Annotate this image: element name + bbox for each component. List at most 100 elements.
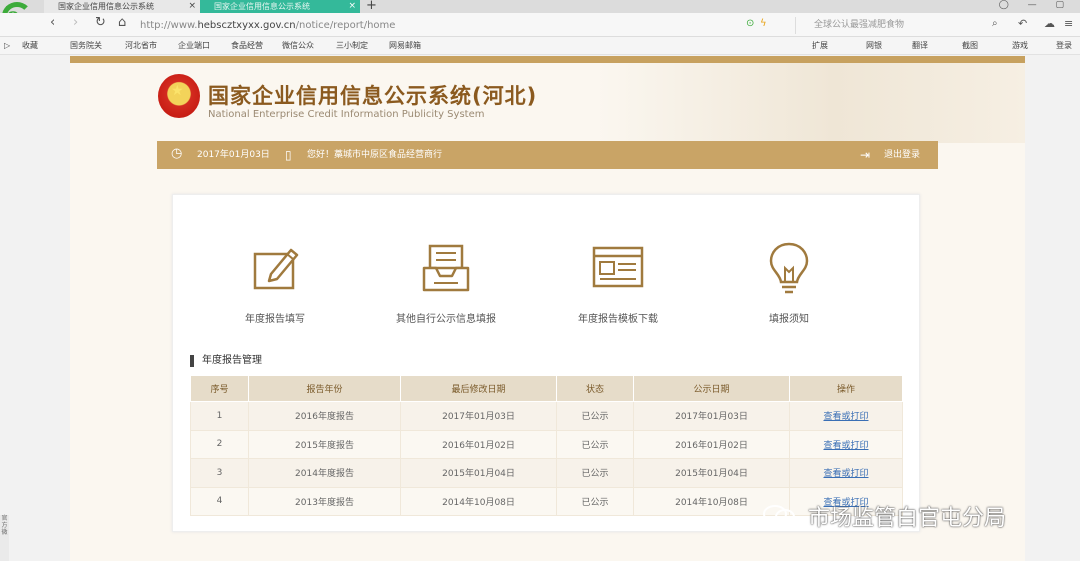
undo-icon[interactable]: ↶ — [1018, 17, 1027, 30]
edit-report-icon — [253, 248, 299, 290]
table-row: 2 2015年度报告 2016年01月02日 已公示 2016年01月02日 查… — [190, 429, 903, 459]
greeting-text: 您好！藁城市中原区食品经营商行 — [307, 150, 443, 160]
cell-index: 1 — [190, 401, 249, 431]
national-emblem-icon: ★ — [158, 74, 200, 118]
wechat-icon — [763, 505, 795, 525]
cell-publish-date: 2015年01月04日 — [633, 458, 790, 488]
view-print-link[interactable]: 查看或打印 — [823, 441, 868, 451]
feature-filing-notice[interactable]: 填报须知 — [724, 240, 854, 325]
cell-action: 查看或打印 — [789, 429, 903, 459]
feature-annual-report-fill[interactable]: 年度报告填写 — [210, 240, 340, 325]
clock-icon: ◷ — [171, 146, 183, 161]
lightning-icon[interactable]: ϟ — [760, 18, 767, 29]
bookmark-item[interactable]: 网易邮箱 — [389, 37, 421, 55]
cell-index: 3 — [190, 458, 249, 488]
cell-report-year: 2016年度报告 — [248, 401, 401, 431]
cell-index: 2 — [190, 429, 249, 459]
url-domain: hebscztxyxx.gov.cn — [197, 20, 296, 31]
cell-modified-date: 2017年01月03日 — [400, 401, 557, 431]
url-prefix: http://www. — [140, 20, 198, 31]
info-bar: ◷ 2017年01月03日 ▯ 您好！藁城市中原区食品经营商行 ⇥ 退出登录 — [157, 141, 938, 169]
address-bar-row: ‹ › ↻ ⌂ http://www.hebscztxyxx.gov.cn/no… — [0, 13, 1080, 37]
bookmark-item[interactable]: 国务院关 — [70, 37, 102, 55]
bookmark-item[interactable]: 游戏 — [1012, 37, 1028, 55]
back-icon[interactable]: ‹ — [50, 15, 55, 30]
col-header: 公示日期 — [633, 375, 790, 402]
bookmark-item[interactable]: 登录 — [1056, 37, 1072, 55]
cell-status: 已公示 — [556, 458, 634, 488]
cell-report-year: 2013年度报告 — [248, 486, 401, 516]
bookmark-item[interactable]: 三小制定 — [336, 37, 368, 55]
url-path: /notice/report/home — [295, 20, 396, 31]
cell-modified-date: 2014年10月08日 — [400, 486, 557, 516]
tab-2-active[interactable]: 国家企业信用信息公示系统 × — [200, 0, 360, 13]
bookmark-star-icon[interactable]: ▷ — [4, 37, 10, 55]
refresh-icon[interactable]: ↻ — [95, 15, 106, 30]
tab-1[interactable]: 国家企业信用信息公示系统 × — [44, 0, 200, 13]
col-header: 报告年份 — [248, 375, 401, 402]
cell-status: 已公示 — [556, 401, 634, 431]
current-date: 2017年01月03日 — [197, 150, 270, 160]
side-panel-tab[interactable]: 官方微 — [0, 515, 9, 561]
feature-template-download[interactable]: 年度报告模板下载 — [553, 240, 683, 325]
logout-icon[interactable]: ⇥ — [860, 141, 870, 169]
close-icon[interactable]: × — [348, 0, 356, 13]
home-icon[interactable]: ⌂ — [118, 15, 126, 30]
col-header: 状态 — [556, 375, 634, 402]
tab-bar: e 国家企业信用信息公示系统× 国家企业信用信息公示系统× + ◯ — ▢ — [0, 0, 1080, 30]
site-title: 国家企业信用信息公示系统(河北) — [208, 84, 538, 108]
search-placeholder: 全球公认最强减肥食物 — [814, 20, 905, 30]
view-print-link[interactable]: 查看或打印 — [823, 412, 868, 422]
table-row: 3 2014年度报告 2015年01月04日 已公示 2015年01月04日 查… — [190, 458, 903, 488]
menu-icon[interactable]: ≡ — [1064, 17, 1073, 30]
cell-publish-date: 2017年01月03日 — [633, 401, 790, 431]
bookmark-item[interactable]: 微信公众 — [282, 37, 314, 55]
cell-report-year: 2014年度报告 — [248, 458, 401, 488]
cell-publish-date: 2016年01月02日 — [633, 429, 790, 459]
bookmark-item[interactable]: 扩展 — [812, 37, 828, 55]
cell-status: 已公示 — [556, 486, 634, 516]
lightbulb-icon — [769, 242, 809, 294]
cell-action: 查看或打印 — [789, 458, 903, 488]
watermark-text: 市场监管白官屯分局 — [808, 506, 1007, 531]
cell-modified-date: 2015年01月04日 — [400, 458, 557, 488]
table-header-row: 序号 报告年份 最后修改日期 状态 公示日期 操作 — [190, 375, 903, 402]
inbox-tray-icon — [422, 244, 470, 292]
user-icon: ▯ — [285, 148, 292, 162]
logout-link[interactable]: 退出登录 — [884, 141, 920, 169]
col-header: 操作 — [789, 375, 903, 402]
bookmarks-bar: ▷ 收藏 国务院关 河北省市 企业端口 食品经营 微信公众 三小制定 网易邮箱 … — [0, 37, 1080, 55]
window-controls[interactable]: ◯ — ▢ — [999, 0, 1072, 10]
table-row: 1 2016年度报告 2017年01月03日 已公示 2017年01月03日 查… — [190, 401, 903, 431]
feature-other-info-fill[interactable]: 其他自行公示信息填报 — [381, 240, 511, 325]
bookmark-item[interactable]: 截图 — [962, 37, 978, 55]
forward-icon[interactable]: › — [73, 15, 78, 30]
bookmark-item[interactable]: 食品经营 — [231, 37, 263, 55]
bookmark-item[interactable]: 河北省市 — [125, 37, 157, 55]
bookmark-item[interactable]: 翻译 — [912, 37, 928, 55]
cloud-icon[interactable]: ☁ — [1044, 17, 1055, 30]
security-icon[interactable]: ⊙ — [746, 18, 754, 29]
cell-report-year: 2015年度报告 — [248, 429, 401, 459]
url-input[interactable]: http://www.hebscztxyxx.gov.cn/notice/rep… — [140, 17, 740, 34]
bookmark-item[interactable]: 企业端口 — [178, 37, 210, 55]
search-icon[interactable]: ⌕ — [992, 18, 998, 29]
cell-action: 查看或打印 — [789, 401, 903, 431]
new-tab-button[interactable]: + — [366, 0, 377, 13]
site-subtitle: National Enterprise Credit Information P… — [208, 109, 485, 120]
bookmark-item[interactable]: 网银 — [866, 37, 882, 55]
feature-label: 年度报告填写 — [245, 314, 305, 325]
cell-modified-date: 2016年01月02日 — [400, 429, 557, 459]
col-header: 最后修改日期 — [400, 375, 557, 402]
feature-label: 填报须知 — [769, 314, 809, 325]
top-accent-line — [70, 56, 1025, 63]
tab-1-label: 国家企业信用信息公示系统 — [58, 2, 154, 11]
view-print-link[interactable]: 查看或打印 — [823, 469, 868, 479]
col-header: 序号 — [190, 375, 249, 402]
search-input[interactable]: 全球公认最强减肥食物 — [795, 17, 1007, 34]
close-icon[interactable]: × — [188, 0, 196, 13]
cell-status: 已公示 — [556, 429, 634, 459]
feature-label: 年度报告模板下载 — [578, 314, 658, 325]
tab-2-label: 国家企业信用信息公示系统 — [214, 2, 310, 11]
bookmark-item[interactable]: 收藏 — [22, 37, 38, 55]
